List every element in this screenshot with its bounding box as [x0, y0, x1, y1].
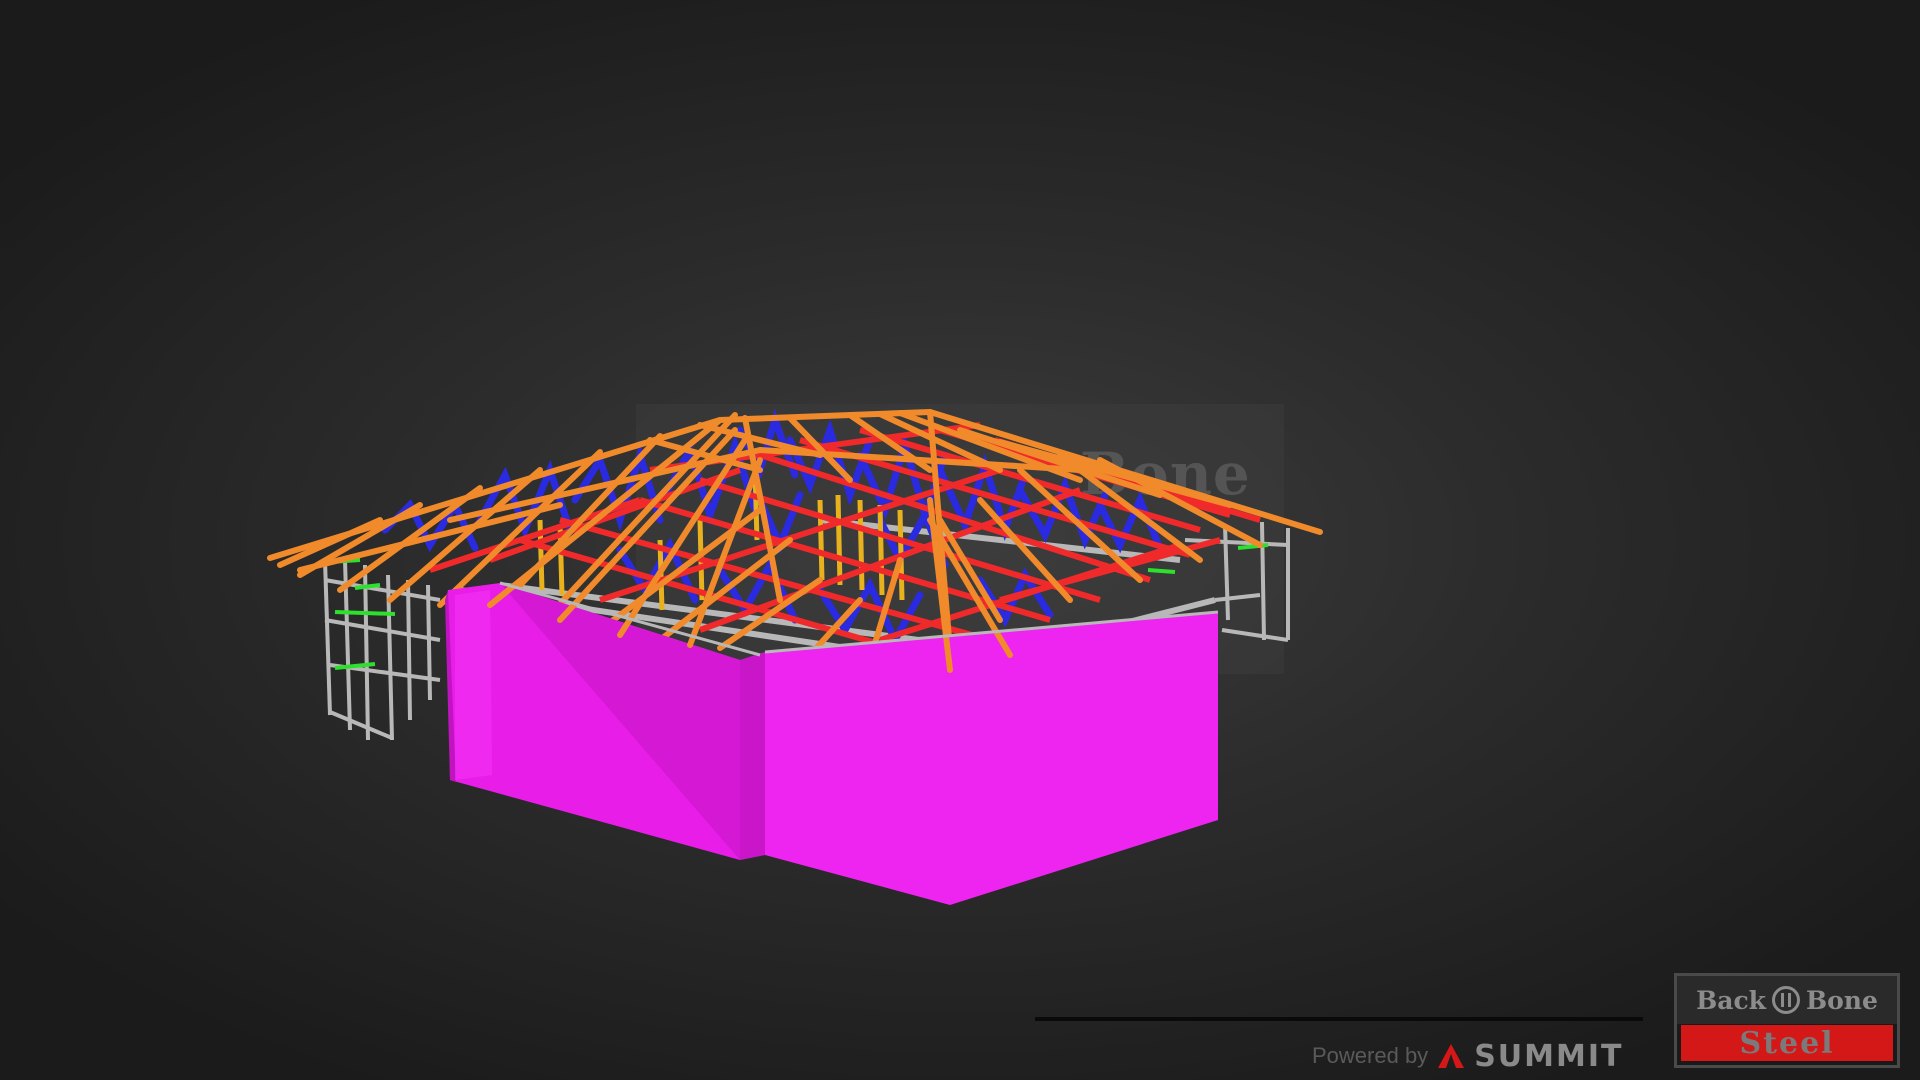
logo-word-steel: Steel — [1739, 1025, 1835, 1061]
loading-progress-bar — [1035, 1017, 1643, 1021]
logo-circle-icon — [1771, 986, 1800, 1014]
logo-word-bone: Bone — [1805, 985, 1878, 1015]
summit-logo-icon — [1438, 1044, 1465, 1068]
logo-red-band: Steel — [1681, 1025, 1893, 1061]
house-frame-model[interactable] — [0, 0, 1920, 1080]
backbone-steel-logo[interactable]: Back Bone Steel — [1674, 973, 1900, 1068]
summit-brand-text: SUMMIT — [1474, 1038, 1624, 1074]
logo-top-band: Back Bone — [1677, 976, 1897, 1024]
powered-by-badge[interactable]: Powered by SUMMIT — [1312, 1039, 1624, 1074]
powered-by-label: Powered by — [1312, 1043, 1429, 1068]
3d-viewport[interactable]: Bone Powered by SUMMIT Back Bone Steel — [0, 0, 1920, 1080]
logo-word-back: Back — [1696, 985, 1766, 1015]
